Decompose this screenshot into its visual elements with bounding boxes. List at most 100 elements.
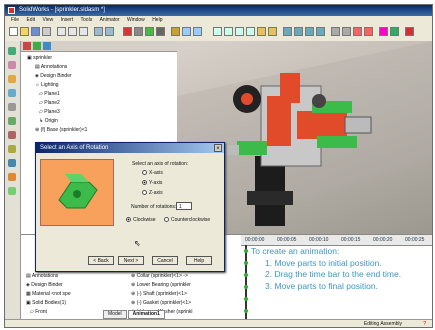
section-view-icon[interactable] xyxy=(379,27,388,36)
zoom-in-icon[interactable] xyxy=(235,27,244,36)
menu-tools[interactable]: Tools xyxy=(81,16,93,24)
circle-icon[interactable] xyxy=(8,89,16,97)
dialog-title: Select an Axis of Rotation xyxy=(40,145,109,151)
close-icon[interactable]: × xyxy=(214,144,222,152)
cut-icon[interactable] xyxy=(57,27,66,36)
tree-item[interactable]: ▣ sprinkler xyxy=(27,55,52,61)
view-orientation-icon[interactable] xyxy=(283,27,292,36)
cancel-button[interactable]: Cancel xyxy=(152,256,178,265)
zoom-area-icon[interactable] xyxy=(224,27,233,36)
menu-window[interactable]: Window xyxy=(127,16,145,24)
arc-icon[interactable] xyxy=(8,103,16,111)
point-icon[interactable] xyxy=(8,131,16,139)
grid-icon[interactable] xyxy=(145,27,154,36)
menu-insert[interactable]: Insert xyxy=(61,16,74,24)
radio-z-axis[interactable]: Z-axis xyxy=(142,190,163,196)
line-icon[interactable] xyxy=(8,61,16,69)
tree-item[interactable]: ⊕ (f) Base (sprinkler)<1 xyxy=(35,127,87,133)
part-preview xyxy=(58,174,98,209)
zoom-fit-icon[interactable] xyxy=(213,27,222,36)
perspective-icon[interactable] xyxy=(390,27,399,36)
tree-item-label: Front xyxy=(35,309,47,315)
open-icon[interactable] xyxy=(20,27,29,36)
pan-icon[interactable] xyxy=(268,27,277,36)
tree-item-label: (f) Base (sprinkler)<1 xyxy=(40,127,88,133)
radio-y-axis[interactable]: Y-axis xyxy=(142,180,162,186)
time-tick: 00:00:25 xyxy=(405,237,425,243)
tab-model[interactable]: Model xyxy=(103,310,127,319)
help-status-icon[interactable]: ? xyxy=(423,320,426,327)
window-cascade-icon[interactable] xyxy=(193,27,202,36)
mirror-icon[interactable] xyxy=(8,187,16,195)
tree-item[interactable]: ☼ Lighting xyxy=(35,82,59,88)
menu-animator[interactable]: Animator xyxy=(100,16,120,24)
property-tab-icon[interactable] xyxy=(33,42,41,50)
copy-icon[interactable] xyxy=(68,27,77,36)
view-front-icon[interactable] xyxy=(294,27,303,36)
view-right-icon[interactable] xyxy=(316,27,325,36)
tree-item[interactable]: ▱ Plane1 xyxy=(39,91,60,97)
undo-icon[interactable] xyxy=(94,27,103,36)
help-icon[interactable] xyxy=(171,27,180,36)
record-icon[interactable] xyxy=(405,27,414,36)
tree-item[interactable]: ▱ Plane2 xyxy=(39,100,60,106)
properties-icon[interactable] xyxy=(156,27,165,36)
zoom-selection-icon[interactable] xyxy=(246,27,255,36)
axis-rotation-dialog: Select an Axis of Rotation × Select an a… xyxy=(35,142,225,272)
rotations-input[interactable]: 1 xyxy=(176,202,192,210)
tree-item[interactable]: ▱ Front xyxy=(30,309,47,315)
tree-item[interactable]: ⊕ (-) Shaft (sprinkler)<1> xyxy=(131,291,187,297)
menu-file[interactable]: File xyxy=(11,16,19,24)
feature-tree-tab-icon[interactable] xyxy=(23,42,31,50)
back-button[interactable]: < Back xyxy=(88,256,114,265)
tree-item[interactable]: ⊕ (-) Gasket (sprinkler)<1> xyxy=(131,300,191,306)
shaded-edges-icon[interactable] xyxy=(364,27,373,36)
rectangle-icon[interactable] xyxy=(8,75,16,83)
radio-clockwise[interactable]: Clockwise xyxy=(126,217,156,223)
menu-help[interactable]: Help xyxy=(152,16,162,24)
tree-item[interactable]: ▣ Solid Bodies(1) xyxy=(26,300,66,306)
new-icon[interactable] xyxy=(9,27,18,36)
save-icon[interactable] xyxy=(31,27,40,36)
hidden-lines-icon[interactable] xyxy=(342,27,351,36)
tree-item[interactable]: ▤ Annotations xyxy=(35,64,67,70)
tree-item[interactable]: ◈ Design Binder xyxy=(26,282,63,288)
spline-icon[interactable] xyxy=(8,117,16,125)
radio-x-axis[interactable]: X-axis xyxy=(142,170,163,176)
rotate-view-icon[interactable] xyxy=(257,27,266,36)
next-button[interactable]: Next > xyxy=(118,256,144,265)
axis-instruction: Select an axis of rotation: xyxy=(132,161,189,167)
menu-view[interactable]: View xyxy=(42,16,53,24)
tree-item[interactable]: ▤ Annotations xyxy=(26,273,58,279)
tree-item[interactable]: ⊕ Collar (sprinkler)<1> -> xyxy=(131,273,188,279)
config-tab-icon[interactable] xyxy=(43,42,51,50)
paste-icon[interactable] xyxy=(79,27,88,36)
tree-item-label: Annotations xyxy=(31,273,59,279)
centerline-icon[interactable] xyxy=(8,145,16,153)
tree-item[interactable]: ◈ Design Binder xyxy=(35,73,72,79)
redo-icon[interactable] xyxy=(105,27,114,36)
print-icon[interactable] xyxy=(42,27,51,36)
tree-item[interactable]: ▱ Plane3 xyxy=(39,109,60,115)
sketch-icon[interactable] xyxy=(8,47,16,55)
rebuild-icon[interactable] xyxy=(123,27,132,36)
trim-icon[interactable] xyxy=(8,173,16,181)
tree-item-label: Origin xyxy=(44,118,58,124)
shaded-icon[interactable] xyxy=(353,27,362,36)
tab-animation1[interactable]: Animation1 xyxy=(127,310,165,319)
tree-item[interactable]: ▦ Material <not spe xyxy=(26,291,71,297)
menu-edit[interactable]: Edit xyxy=(26,16,35,24)
wireframe-icon[interactable] xyxy=(331,27,340,36)
status-text: Editing Assembly xyxy=(363,321,402,327)
radio-counterclockwise[interactable]: Counterclockwise xyxy=(164,217,210,223)
left-toolbar xyxy=(5,41,21,327)
help-button[interactable]: Help xyxy=(186,256,212,265)
fillet-icon[interactable] xyxy=(8,159,16,167)
options-icon[interactable] xyxy=(134,27,143,36)
dialog-title-bar: Select an Axis of Rotation × xyxy=(36,143,224,153)
tree-item[interactable]: ⊕ Lower Bearing (sprinkler xyxy=(131,282,191,288)
window-tile-icon[interactable] xyxy=(182,27,191,36)
tree-item[interactable]: ↳ Origin xyxy=(39,118,58,124)
time-ruler[interactable]: 00:00:00 00:00:05 00:00:10 00:00:15 00:0… xyxy=(241,235,432,246)
view-top-icon[interactable] xyxy=(305,27,314,36)
